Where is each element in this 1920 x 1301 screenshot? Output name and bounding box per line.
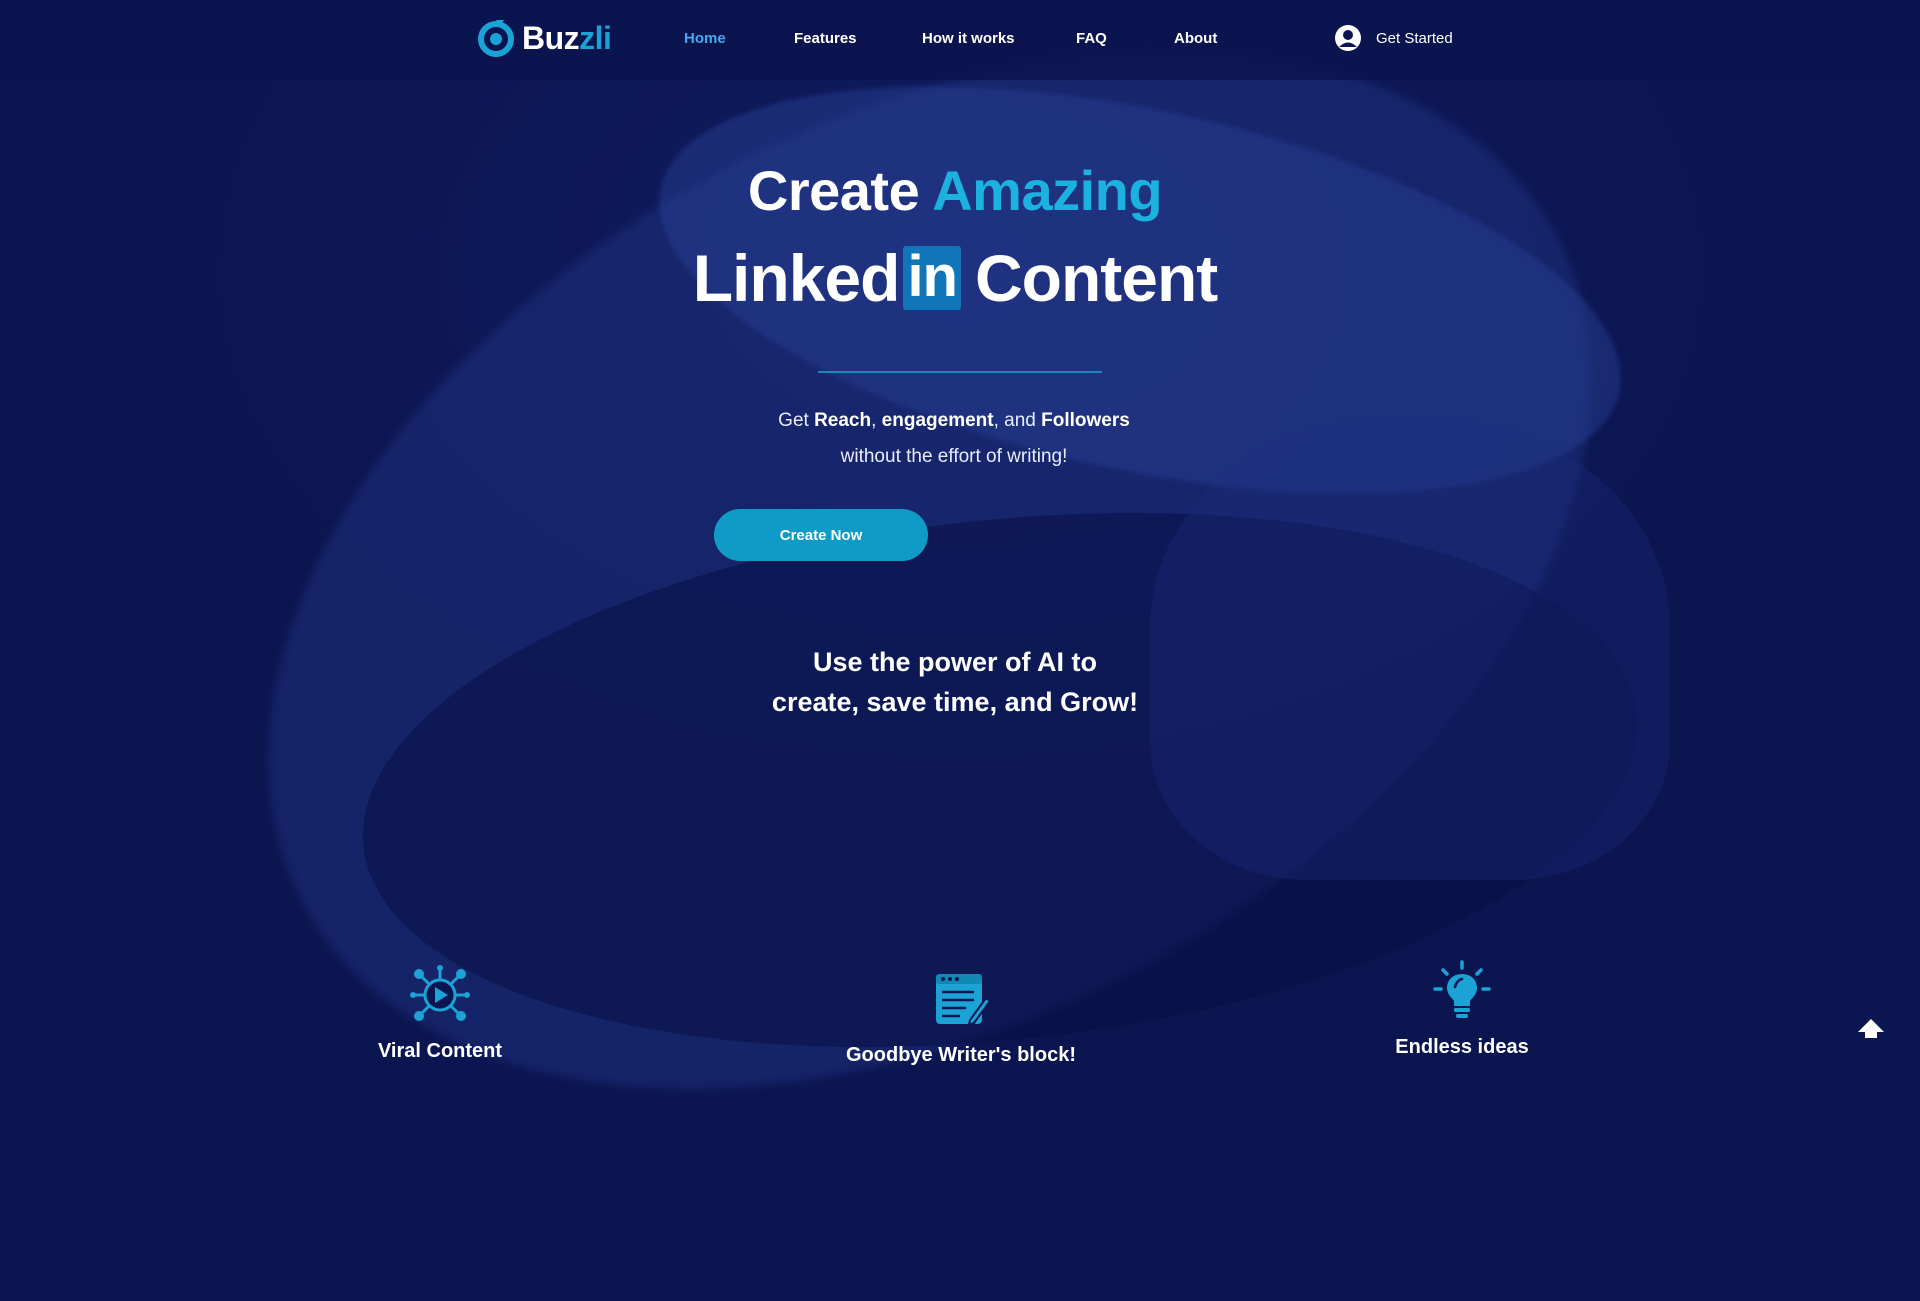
feature-title: Viral Content xyxy=(377,1040,503,1062)
notepad-pencil-icon xyxy=(936,974,992,1027)
hero-subtitle-line2: without the effort of writing! xyxy=(840,446,1068,467)
nav-home[interactable]: Home xyxy=(684,30,726,47)
hero-accent-word: Amazing xyxy=(932,159,1163,222)
viral-network-play-icon xyxy=(410,965,470,1021)
lightbulb-icon xyxy=(1433,960,1491,1018)
hero-tagline: Use the power of AI to create, save time… xyxy=(771,647,1139,717)
nav-how-it-works[interactable]: How it works xyxy=(922,30,1015,47)
linkedin-badge-icon: in xyxy=(903,246,961,310)
hero-heading-line2: Linked in Content xyxy=(692,241,1219,315)
feature-goodbye-writers-block: Goodbye Writer's block! xyxy=(811,968,1111,1066)
brand-name: Buzzli xyxy=(522,19,612,56)
site-header: Buzzli Home Features How it works FAQ Ab… xyxy=(0,0,1920,80)
brand-logo[interactable]: Buzzli xyxy=(474,15,612,61)
arrow-up-icon xyxy=(1858,1019,1884,1038)
user-avatar-icon xyxy=(1335,25,1361,51)
nav-about[interactable]: About xyxy=(1174,30,1217,47)
nav-features[interactable]: Features xyxy=(794,30,857,47)
feature-title: Goodbye Writer's block! xyxy=(846,1044,1076,1066)
get-started-button[interactable]: Get Started xyxy=(1334,24,1453,52)
feature-title: Endless ideas xyxy=(1395,1036,1529,1058)
buzzli-logo-icon xyxy=(478,20,514,57)
hero-heading-line1: Create Amazing xyxy=(747,159,1163,222)
feature-viral-content: Viral Content xyxy=(290,964,590,1062)
feature-endless-ideas: Endless ideas xyxy=(1312,960,1612,1058)
nav-faq[interactable]: FAQ xyxy=(1076,30,1107,47)
features-row: Viral Content Goodbye Writer's block! En… xyxy=(0,940,1920,1080)
hero-divider xyxy=(818,371,1102,373)
hero-subtitle-line1: Get Reach, engagement, and Followers xyxy=(778,410,1130,431)
get-started-label: Get Started xyxy=(1376,29,1453,47)
scroll-to-top-button[interactable] xyxy=(1856,1016,1886,1044)
create-now-button[interactable]: Create Now xyxy=(714,509,928,561)
